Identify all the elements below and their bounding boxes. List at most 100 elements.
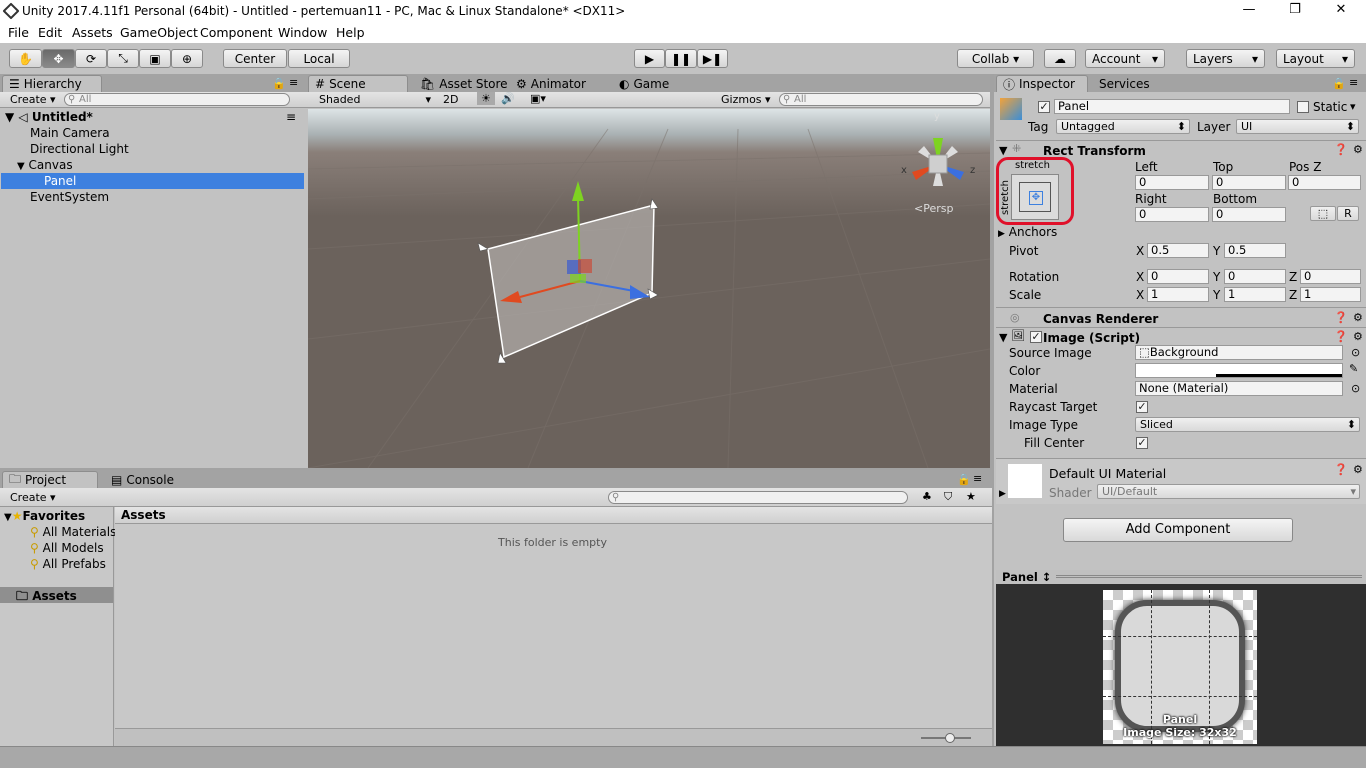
image-enabled-checkbox[interactable]: ✓ bbox=[1030, 331, 1042, 343]
right-field[interactable]: 0 bbox=[1135, 207, 1209, 222]
rotation-z-field[interactable]: 0 bbox=[1300, 269, 1361, 284]
tab-animator[interactable]: ⚙ Animator bbox=[509, 75, 593, 92]
hierarchy-item-canvas[interactable]: ▼ Canvas bbox=[1, 157, 304, 173]
menu-edit[interactable]: Edit bbox=[38, 25, 62, 40]
rect-transform-header[interactable]: ▼ ⁜ Rect Transform ❓ ⚙ bbox=[996, 140, 1366, 158]
hierarchy-item-directional-light[interactable]: Directional Light bbox=[1, 141, 304, 157]
layer-dropdown[interactable]: UI ⬍ bbox=[1236, 119, 1359, 134]
hierarchy-item-panel[interactable]: Panel bbox=[1, 173, 304, 189]
scale-x-field[interactable]: 1 bbox=[1147, 287, 1209, 302]
active-checkbox[interactable]: ✓ bbox=[1038, 101, 1050, 113]
eyedropper-icon[interactable]: ✎ bbox=[1349, 362, 1358, 375]
anchors-foldout[interactable]: ▶ Anchors bbox=[998, 225, 1057, 239]
hand-tool-icon[interactable]: ✋ bbox=[9, 49, 42, 68]
pivot-local-button[interactable]: Local bbox=[288, 49, 350, 68]
rotation-y-field[interactable]: 0 bbox=[1224, 269, 1286, 284]
static-checkbox[interactable] bbox=[1297, 101, 1309, 113]
object-picker-icon[interactable]: ⊙ bbox=[1351, 382, 1360, 395]
help-icon[interactable]: ❓ bbox=[1334, 330, 1348, 343]
tab-scene[interactable]: # Scene bbox=[308, 75, 408, 92]
scene-root[interactable]: ▼ ◁ Untitled* ≡ bbox=[1, 109, 304, 125]
gear-icon[interactable]: ⚙ bbox=[1353, 463, 1363, 476]
menu-window[interactable]: Window bbox=[278, 25, 327, 40]
tab-asset-store[interactable]: 🛍 Asset Store bbox=[413, 75, 515, 92]
bottom-field[interactable]: 0 bbox=[1212, 207, 1286, 222]
scene-menu-icon[interactable]: ≡ bbox=[286, 109, 296, 125]
lock-icon[interactable]: 🔒 bbox=[957, 473, 971, 486]
assets-folder[interactable]: 🗀 Assets bbox=[0, 587, 113, 603]
move-tool-icon[interactable]: ✥ bbox=[42, 49, 75, 68]
filter-label-icon[interactable]: ⛉ bbox=[944, 490, 952, 504]
pause-button[interactable]: ❚❚ bbox=[665, 49, 697, 68]
lighting-toggle-icon[interactable]: ☀ bbox=[477, 92, 495, 105]
color-field[interactable] bbox=[1135, 363, 1343, 378]
chevron-down-icon[interactable]: ▾ bbox=[1350, 100, 1356, 113]
left-field[interactable]: 0 bbox=[1135, 175, 1209, 190]
panel-menu-icon[interactable]: ≡ bbox=[1349, 76, 1358, 89]
favorites-folder[interactable]: ▼★Favorites bbox=[4, 509, 85, 523]
collab-button[interactable]: Collab ▾ bbox=[957, 49, 1034, 68]
layers-dropdown[interactable]: Layers ▾ bbox=[1186, 49, 1265, 68]
favorite-all-materials[interactable]: ⚲ All Materials bbox=[30, 525, 116, 539]
help-icon[interactable]: ❓ bbox=[1334, 143, 1348, 156]
scene-search-input[interactable]: ⚲ All bbox=[779, 93, 983, 106]
pivot-y-field[interactable]: 0.5 bbox=[1224, 243, 1286, 258]
preview-header[interactable]: Panel ↕ bbox=[996, 570, 1366, 584]
menu-help[interactable]: Help bbox=[336, 25, 365, 40]
tab-console[interactable]: ▤ Console bbox=[104, 471, 181, 488]
slider-handle[interactable] bbox=[945, 733, 955, 743]
lock-icon[interactable]: 🔒 bbox=[272, 77, 286, 90]
menu-gameobject[interactable]: GameObject bbox=[120, 25, 198, 40]
audio-toggle-icon[interactable]: 🔊 bbox=[501, 92, 515, 105]
menu-assets[interactable]: Assets bbox=[72, 25, 113, 40]
anchor-presets-button[interactable]: ✥ bbox=[1011, 174, 1059, 220]
menu-file[interactable]: File bbox=[8, 25, 29, 40]
project-breadcrumb[interactable]: Assets bbox=[115, 507, 992, 524]
shading-dropdown[interactable]: Shaded ▾ bbox=[319, 93, 431, 106]
play-button[interactable]: ▶ bbox=[634, 49, 665, 68]
pivot-center-button[interactable]: Center bbox=[223, 49, 287, 68]
maximize-button[interactable]: ❐ bbox=[1272, 2, 1318, 22]
object-name-field[interactable]: Panel bbox=[1054, 99, 1290, 114]
gizmos-dropdown[interactable]: Gizmos ▾ bbox=[721, 93, 771, 106]
rotation-x-field[interactable]: 0 bbox=[1147, 269, 1209, 284]
cloud-icon[interactable]: ☁ bbox=[1044, 49, 1076, 68]
expand-arrow-icon[interactable]: ▶ bbox=[999, 489, 1006, 499]
help-icon[interactable]: ❓ bbox=[1334, 311, 1348, 324]
project-create-button[interactable]: Create ▾ bbox=[10, 491, 56, 504]
2d-toggle[interactable]: 2D bbox=[443, 93, 458, 106]
account-dropdown[interactable]: Account ▾ bbox=[1085, 49, 1165, 68]
layout-dropdown[interactable]: Layout ▾ bbox=[1276, 49, 1355, 68]
hierarchy-item-main-camera[interactable]: Main Camera bbox=[1, 125, 304, 141]
scene-viewport[interactable]: y x z <Persp bbox=[308, 109, 990, 468]
scale-z-field[interactable]: 1 bbox=[1300, 287, 1361, 302]
shader-dropdown[interactable]: UI/Default ▾ bbox=[1097, 484, 1360, 499]
rotate-tool-icon[interactable]: ⟳ bbox=[75, 49, 107, 68]
scale-tool-icon[interactable]: ⤡ bbox=[107, 49, 139, 68]
image-type-dropdown[interactable]: Sliced ⬍ bbox=[1135, 417, 1360, 432]
posz-field[interactable]: 0 bbox=[1288, 175, 1361, 190]
add-component-button[interactable]: Add Component bbox=[1063, 518, 1293, 542]
tab-inspector[interactable]: ⓘ Inspector bbox=[996, 75, 1088, 92]
tab-services[interactable]: Services bbox=[1092, 75, 1157, 92]
preview-drag-handle[interactable] bbox=[1056, 575, 1362, 578]
rect-tool-icon[interactable]: ▣ bbox=[139, 49, 171, 68]
object-picker-icon[interactable]: ⊙ bbox=[1351, 346, 1360, 359]
image-component-header[interactable]: ▼ 🖼 ✓ Image (Script) ❓ ⚙ bbox=[996, 327, 1366, 345]
favorite-star-icon[interactable]: ★ bbox=[966, 490, 976, 503]
gear-icon[interactable]: ⚙ bbox=[1353, 330, 1363, 343]
minimize-button[interactable]: — bbox=[1226, 2, 1272, 22]
pivot-x-field[interactable]: 0.5 bbox=[1147, 243, 1209, 258]
tab-hierarchy[interactable]: ☰ Hierarchy bbox=[2, 75, 102, 92]
top-field[interactable]: 0 bbox=[1212, 175, 1286, 190]
filter-type-icon[interactable]: ♣ bbox=[922, 490, 932, 503]
tag-dropdown[interactable]: Untagged ⬍ bbox=[1056, 119, 1190, 134]
tab-project[interactable]: 🗀 Project bbox=[2, 471, 98, 488]
blueprint-mode-button[interactable]: ⬚ bbox=[1310, 206, 1336, 221]
hierarchy-create-button[interactable]: Create ▾ bbox=[10, 93, 56, 106]
transform-tool-icon[interactable]: ⊕ bbox=[171, 49, 203, 68]
gear-icon[interactable]: ⚙ bbox=[1353, 143, 1363, 156]
menu-component[interactable]: Component bbox=[200, 25, 273, 40]
gear-icon[interactable]: ⚙ bbox=[1353, 311, 1363, 324]
lock-icon[interactable]: 🔒 bbox=[1332, 77, 1346, 90]
